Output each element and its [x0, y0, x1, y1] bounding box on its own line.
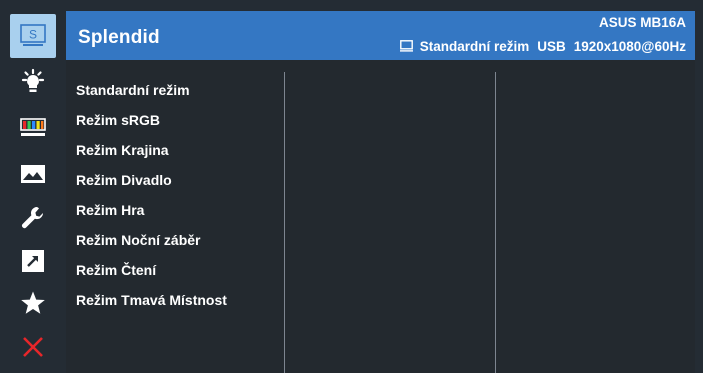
menu-item-theater-mode[interactable]: Režim Divadlo — [76, 170, 227, 200]
column-divider — [284, 72, 285, 373]
menu-item-night-view-mode[interactable]: Režim Noční záběr — [76, 230, 227, 260]
osd-body: Standardní režim Režim sRGB Režim Krajin… — [66, 60, 695, 373]
model-name: ASUS MB16A — [598, 15, 686, 30]
menu-item-game-mode[interactable]: Režim Hra — [76, 200, 227, 230]
osd-sidebar: S — [0, 0, 66, 373]
osd-window: S Splendid ASUS MB16A Standardní režim U… — [0, 0, 703, 373]
color-icon — [20, 118, 46, 136]
menu-item-scenery-mode[interactable]: Režim Krajina — [76, 140, 227, 170]
osd-header: Splendid ASUS MB16A Standardní režim USB… — [66, 11, 695, 60]
menu-item-standard-mode[interactable]: Standardní režim — [76, 80, 227, 110]
sidebar-item-color[interactable] — [13, 110, 53, 146]
input-source-status: USB — [537, 38, 566, 54]
sidebar-item-shortcut[interactable] — [13, 243, 53, 279]
favorite-star-icon — [21, 291, 45, 314]
menu-item-darkroom-mode[interactable]: Režim Tmavá Místnost — [76, 290, 227, 320]
brightness-icon — [21, 68, 45, 92]
sidebar-item-splendid[interactable]: S — [10, 14, 56, 58]
menu-item-reading-mode[interactable]: Režim Čtení — [76, 260, 227, 290]
splendid-icon: S — [20, 24, 46, 46]
page-title: Splendid — [78, 27, 160, 48]
sidebar-item-system-setup[interactable] — [13, 200, 53, 236]
svg-text:S: S — [29, 28, 37, 42]
sidebar-item-image[interactable] — [13, 156, 53, 192]
shortcut-icon — [22, 250, 44, 272]
menu-item-srgb-mode[interactable]: Režim sRGB — [76, 110, 227, 140]
image-icon — [21, 165, 45, 183]
splendid-mode-list: Standardní režim Režim sRGB Režim Krajin… — [76, 80, 227, 320]
sidebar-item-myfavorite[interactable] — [13, 285, 53, 321]
system-setup-icon — [22, 206, 44, 229]
osd-main-panel: Splendid ASUS MB16A Standardní režim USB… — [66, 11, 695, 373]
current-mode-status: Standardní režim — [419, 38, 530, 54]
column-divider — [495, 72, 496, 373]
sidebar-item-brightness[interactable] — [13, 64, 53, 100]
sidebar-item-exit[interactable] — [13, 329, 53, 365]
monitor-icon — [399, 40, 413, 52]
status-bar: Standardní režim USB 1920x1080@60Hz — [399, 37, 686, 55]
close-icon — [23, 337, 43, 357]
resolution-status: 1920x1080@60Hz — [573, 38, 686, 54]
